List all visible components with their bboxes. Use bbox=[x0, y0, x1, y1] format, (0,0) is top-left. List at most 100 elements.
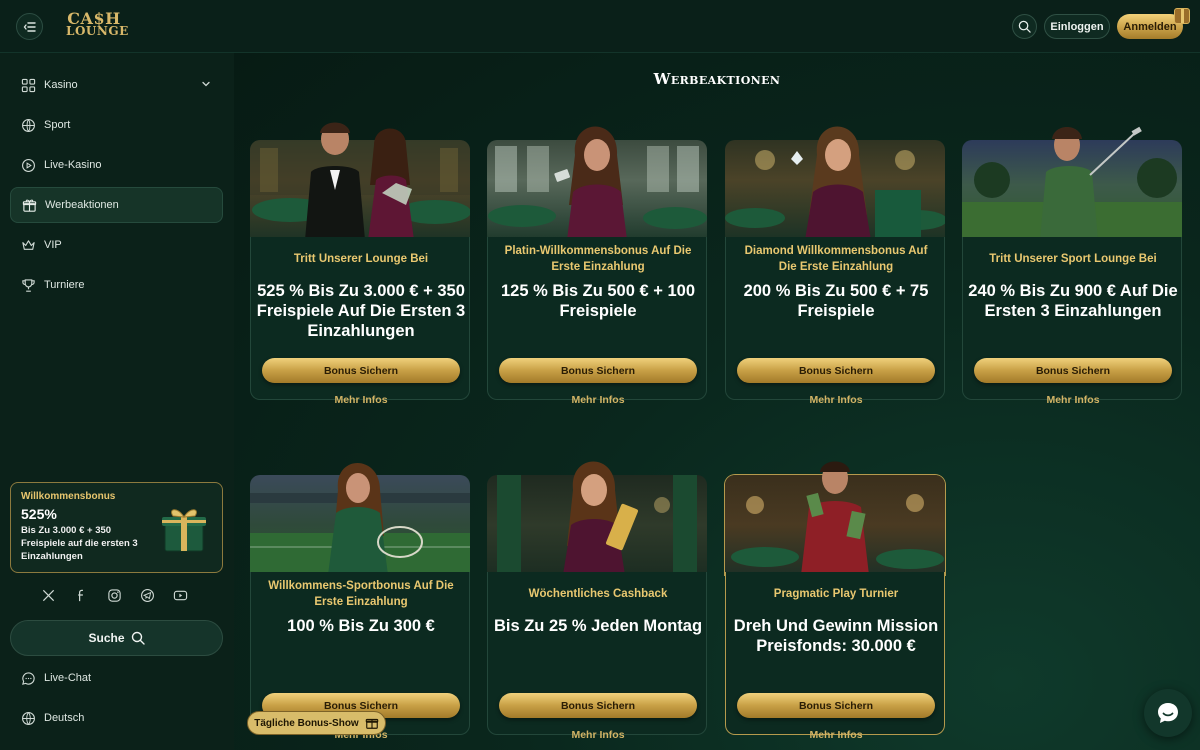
promo-body: Wöchentliches Cashback Bis Zu 25 % Jeden… bbox=[487, 572, 707, 741]
trophy-icon bbox=[20, 277, 36, 293]
sidebar-search-button[interactable]: Suche bbox=[10, 620, 223, 656]
promo-offer: 200 % Bis Zu 500 € + 75 Freispiele bbox=[743, 282, 929, 320]
x-twitter-icon[interactable] bbox=[40, 587, 56, 603]
sidebar-item-live-chat[interactable]: Live-Chat bbox=[10, 660, 223, 696]
promo-card[interactable]: Pragmatic Play Turnier Dreh Und Gewinn M… bbox=[725, 450, 945, 741]
daily-bonus-show-button[interactable]: Tägliche Bonus-Show bbox=[247, 711, 386, 735]
sidebar-item-live-kasino[interactable]: Live-Kasino bbox=[10, 147, 223, 183]
promo-body: Diamond Willkommensbonus Auf Die Erste E… bbox=[725, 237, 945, 406]
promo-figure-woman bbox=[791, 126, 871, 240]
promo-body: Tritt Unserer Lounge Bei 525 % Bis Zu 3.… bbox=[250, 237, 470, 406]
sidebar-item-label: Kasino bbox=[44, 79, 78, 91]
promo-offer: 525 % Bis Zu 3.000 € + 350 Freispiele Au… bbox=[256, 282, 466, 340]
promo-card[interactable]: Wöchentliches Cashback Bis Zu 25 % Jeden… bbox=[487, 450, 707, 741]
more-info-link[interactable]: Mehr Infos bbox=[488, 729, 708, 741]
welcome-bonus-title: Willkommensbonus bbox=[21, 491, 116, 502]
globe-icon bbox=[20, 710, 36, 726]
promo-title: Wöchentliches Cashback bbox=[528, 588, 668, 600]
youtube-icon[interactable] bbox=[172, 587, 188, 603]
sidebar-item-vip[interactable]: VIP bbox=[10, 227, 223, 263]
chevron-down-icon[interactable] bbox=[201, 79, 211, 89]
gift-icon bbox=[365, 718, 378, 729]
promo-offer: 125 % Bis Zu 500 € + 100 Freispiele bbox=[501, 282, 695, 320]
claim-bonus-button[interactable]: Bonus Sichern bbox=[737, 358, 935, 383]
crown-icon bbox=[20, 237, 36, 253]
chat-icon bbox=[20, 670, 36, 686]
promo-figure-golfer bbox=[1040, 126, 1142, 240]
claim-bonus-button[interactable]: Bonus Sichern bbox=[499, 358, 697, 383]
promo-offer: Bis Zu 25 % Jeden Montag bbox=[493, 617, 703, 635]
promo-title: Platin-Willkommensbonus Auf Die Erste Ei… bbox=[504, 245, 692, 273]
sidebar-item-language[interactable]: Deutsch bbox=[10, 700, 223, 736]
promo-title: Tritt Unserer Sport Lounge Bei bbox=[989, 253, 1157, 265]
sidebar-item-sport[interactable]: Sport bbox=[10, 107, 223, 143]
sidebar-item-label: Turniere bbox=[44, 279, 85, 291]
daily-bonus-label: Tägliche Bonus-Show bbox=[254, 717, 359, 729]
promo-card[interactable]: Willkommens-Sportbonus Auf Die Erste Ein… bbox=[250, 450, 470, 741]
promo-title: Diamond Willkommensbonus Auf Die Erste E… bbox=[744, 245, 928, 273]
promo-figure-woman-gold bbox=[563, 461, 638, 575]
grid-icon bbox=[20, 77, 36, 93]
welcome-bonus-desc: Bis Zu 3.000 € + 350 Freispiele auf die … bbox=[21, 525, 138, 562]
sidebar: Kasino Sport Live-Kasino Werbeaktionen V… bbox=[0, 53, 234, 750]
promo-offer: 240 % Bis Zu 900 € Auf Die Ersten 3 Einz… bbox=[968, 282, 1178, 320]
promo-figure-couple bbox=[305, 122, 414, 240]
play-icon bbox=[20, 157, 36, 173]
claim-bonus-button[interactable]: Bonus Sichern bbox=[262, 358, 460, 383]
gift-badge-icon[interactable] bbox=[1174, 8, 1190, 24]
facebook-icon[interactable] bbox=[73, 587, 89, 603]
sidebar-item-label: Werbeaktionen bbox=[45, 199, 119, 211]
instagram-icon[interactable] bbox=[106, 587, 122, 603]
live-chat-fab[interactable] bbox=[1144, 689, 1192, 737]
promo-card[interactable]: Tritt Unserer Sport Lounge Bei 240 % Bis… bbox=[962, 115, 1182, 406]
promo-title: Willkommens-Sportbonus Auf Die Erste Ein… bbox=[268, 580, 454, 608]
collapse-menu-icon bbox=[23, 21, 36, 32]
logo-line2: LOUNGE bbox=[66, 24, 129, 38]
page-title: Werbeaktionen bbox=[653, 70, 781, 88]
promo-figure-tennis bbox=[328, 463, 423, 575]
sidebar-item-label: Live-Chat bbox=[44, 672, 92, 684]
more-info-link[interactable]: Mehr Infos bbox=[726, 394, 946, 406]
more-info-link[interactable]: Mehr Infos bbox=[488, 394, 708, 406]
sidebar-search-label: Suche bbox=[88, 631, 125, 645]
cash-lounge-logo[interactable]: CA$H LOUNGE bbox=[66, 11, 129, 38]
sidebar-item-label: VIP bbox=[44, 239, 62, 251]
promo-figure-man-money bbox=[801, 461, 869, 575]
top-bar: CA$H LOUNGE Einloggen Anmelden bbox=[0, 0, 1200, 53]
sidebar-item-label: Sport bbox=[44, 119, 71, 131]
header-search-button[interactable] bbox=[1012, 14, 1037, 39]
more-info-link[interactable]: Mehr Infos bbox=[726, 729, 946, 741]
gift-icon bbox=[21, 197, 37, 213]
login-button[interactable]: Einloggen bbox=[1044, 14, 1110, 39]
promo-title: Pragmatic Play Turnier bbox=[773, 588, 899, 600]
claim-bonus-button[interactable]: Bonus Sichern bbox=[737, 693, 935, 718]
promo-card[interactable]: Diamond Willkommensbonus Auf Die Erste E… bbox=[725, 115, 945, 406]
telegram-icon[interactable] bbox=[139, 587, 155, 603]
sidebar-item-turniere[interactable]: Turniere bbox=[10, 267, 223, 303]
main-content: Werbeaktionen Tritt Unserer Lounge Bei 5… bbox=[234, 53, 1200, 750]
claim-bonus-button[interactable]: Bonus Sichern bbox=[499, 693, 697, 718]
claim-bonus-button[interactable]: Bonus Sichern bbox=[974, 358, 1172, 383]
chat-bubble-icon bbox=[1158, 703, 1178, 723]
more-info-link[interactable]: Mehr Infos bbox=[251, 394, 471, 406]
promo-offer: 100 % Bis Zu 300 € bbox=[287, 617, 435, 635]
promo-body: Pragmatic Play Turnier Dreh Und Gewinn M… bbox=[725, 572, 945, 741]
sidebar-item-werbeaktionen[interactable]: Werbeaktionen bbox=[10, 187, 223, 223]
promo-card[interactable]: Tritt Unserer Lounge Bei 525 % Bis Zu 3.… bbox=[250, 115, 470, 406]
gift-box-icon bbox=[162, 509, 206, 552]
search-icon bbox=[131, 631, 145, 645]
search-icon bbox=[1018, 20, 1031, 33]
more-info-link[interactable]: Mehr Infos bbox=[963, 394, 1183, 406]
promo-card[interactable]: Platin-Willkommensbonus Auf Die Erste Ei… bbox=[487, 115, 707, 406]
promo-figure-woman bbox=[554, 126, 627, 240]
welcome-bonus-card[interactable]: Willkommensbonus 525% Bis Zu 3.000 € + 3… bbox=[10, 482, 223, 573]
promo-body: Tritt Unserer Sport Lounge Bei 240 % Bis… bbox=[962, 237, 1182, 406]
ball-icon bbox=[20, 117, 36, 133]
promo-body: Platin-Willkommensbonus Auf Die Erste Ei… bbox=[487, 237, 707, 406]
promo-offer: Dreh Und Gewinn Mission Preisfonds: 30.0… bbox=[733, 617, 939, 655]
social-links bbox=[40, 587, 188, 603]
promo-title: Tritt Unserer Lounge Bei bbox=[293, 253, 429, 265]
sidebar-item-label: Live-Kasino bbox=[44, 159, 102, 171]
sidebar-item-kasino[interactable]: Kasino bbox=[10, 67, 223, 103]
sidebar-collapse-button[interactable] bbox=[16, 13, 43, 40]
